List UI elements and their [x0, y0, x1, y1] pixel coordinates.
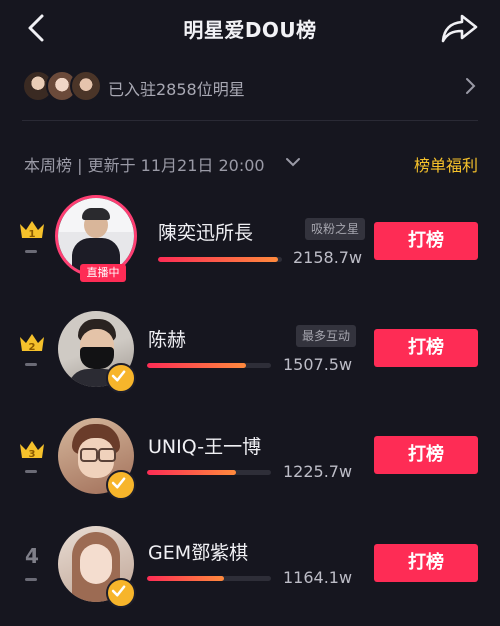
rank-change-indicator [25, 363, 37, 366]
award-tag: 吸粉之星 [305, 218, 366, 240]
verified-icon [106, 363, 136, 393]
ranking-row-4[interactable]: 4 GEM鄧紫棋 1164.1w 打榜 [0, 526, 500, 626]
star-avatars [22, 70, 102, 102]
share-arrow-icon[interactable] [440, 12, 480, 44]
crown-icon: 2 [20, 334, 44, 353]
verified-icon [106, 470, 136, 500]
crown-icon: 1 [20, 221, 44, 240]
rank-number: 2 [29, 342, 36, 353]
progress-bar [147, 470, 271, 475]
stars-summary-row[interactable]: 已入驻2858位明星 [0, 64, 500, 108]
verified-icon [106, 578, 136, 608]
progress-fill [158, 257, 279, 262]
score-value: 1164.1w [283, 568, 353, 587]
vote-button[interactable]: 打榜 [374, 436, 478, 474]
crown-icon: 3 [20, 441, 44, 460]
score-value: 1225.7w [283, 462, 353, 481]
star-name: GEM鄧紫棋 [148, 542, 249, 564]
progress-bar [147, 576, 271, 581]
rank-change-indicator [25, 470, 37, 473]
vote-button[interactable]: 打榜 [374, 544, 478, 582]
progress-fill [147, 576, 224, 581]
star-name: UNIQ-王一博 [148, 436, 262, 458]
top-bar: 明星爱DOU榜 [0, 0, 500, 56]
progress-fill [147, 470, 237, 475]
rank-number: 3 [29, 449, 36, 460]
progress-fill [147, 363, 247, 368]
progress-bar [158, 257, 282, 262]
chevron-right-icon[interactable] [462, 76, 478, 96]
period-selector[interactable]: 本周榜 | 更新于 11月21日 20:00 [24, 152, 265, 176]
ranking-row-2[interactable]: 2 陈赫 最多互动 1507.5w 打榜 [0, 311, 500, 411]
vote-button[interactable]: 打榜 [374, 222, 478, 260]
score-value: 2158.7w [293, 248, 363, 267]
star-name: 陈赫 [148, 329, 187, 351]
rank-change-indicator [25, 250, 37, 253]
avatar[interactable] [58, 198, 134, 274]
award-tag: 最多互动 [296, 325, 357, 347]
score-value: 1507.5w [283, 355, 353, 374]
ranking-row-1[interactable]: 1 直播中 陳奕迅所長 吸粉之星 2158.7w 打榜 [0, 195, 500, 298]
progress-bar [147, 363, 271, 368]
avatar [70, 70, 102, 102]
chevron-down-icon[interactable] [284, 153, 302, 171]
live-badge: 直播中 [80, 264, 126, 282]
page-title: 明星爱DOU榜 [183, 18, 317, 42]
ranking-row-3[interactable]: 3 UNIQ-王一博 1225.7w 打榜 [0, 418, 500, 518]
vote-button[interactable]: 打榜 [374, 329, 478, 367]
rank-number: 4 [25, 544, 39, 568]
star-name: 陳奕迅所長 [158, 222, 254, 244]
welfare-link[interactable]: 榜单福利 [414, 152, 478, 176]
rank-number: 1 [29, 229, 36, 240]
stars-count-text: 已入驻2858位明星 [108, 80, 245, 99]
divider [22, 120, 478, 121]
